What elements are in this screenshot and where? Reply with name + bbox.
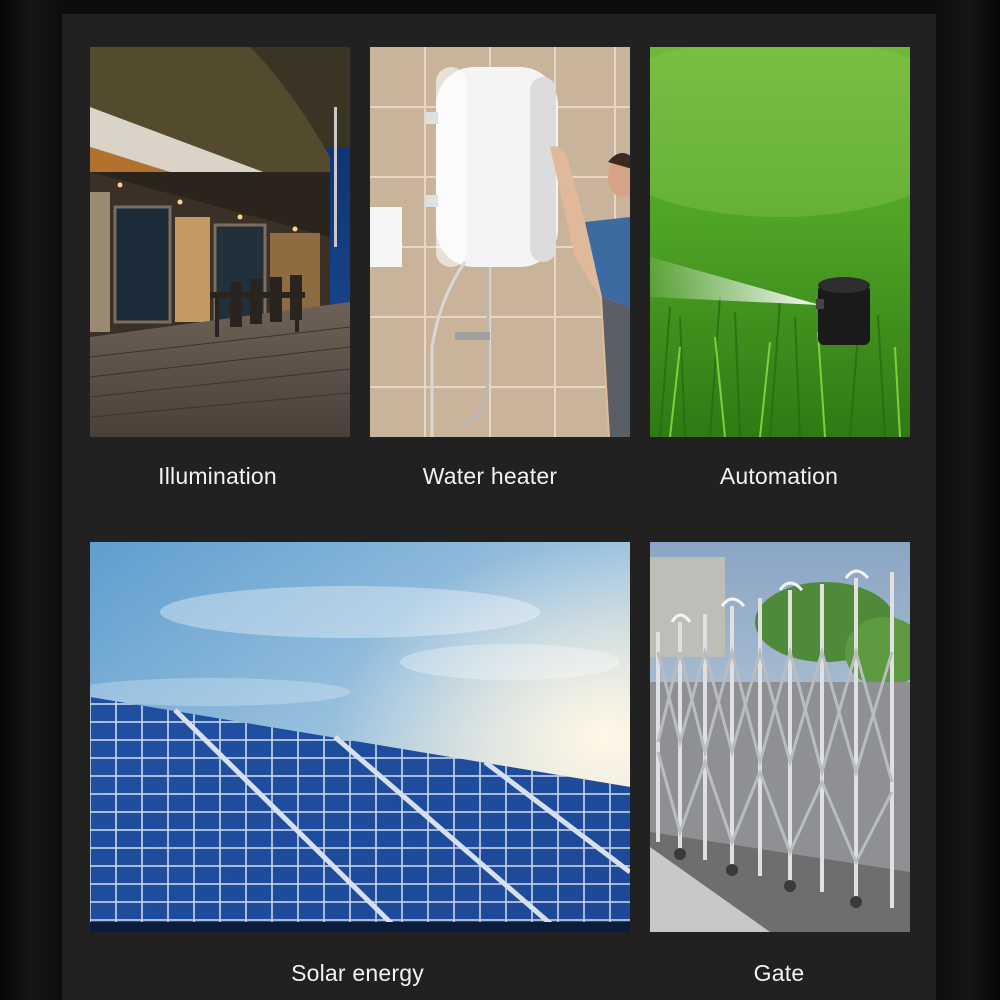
automation-image <box>650 47 910 437</box>
water-heater-caption: Water heater <box>422 463 558 489</box>
illumination-caption: Illumination <box>158 463 277 489</box>
gate-image <box>650 542 910 932</box>
solar-energy-image <box>90 542 630 932</box>
gate-caption: Gate <box>753 960 805 986</box>
illumination-image <box>90 47 350 437</box>
automation-caption: Automation <box>719 463 839 489</box>
water-heater-image <box>370 47 630 437</box>
solar-energy-caption: Solar energy <box>291 960 424 986</box>
